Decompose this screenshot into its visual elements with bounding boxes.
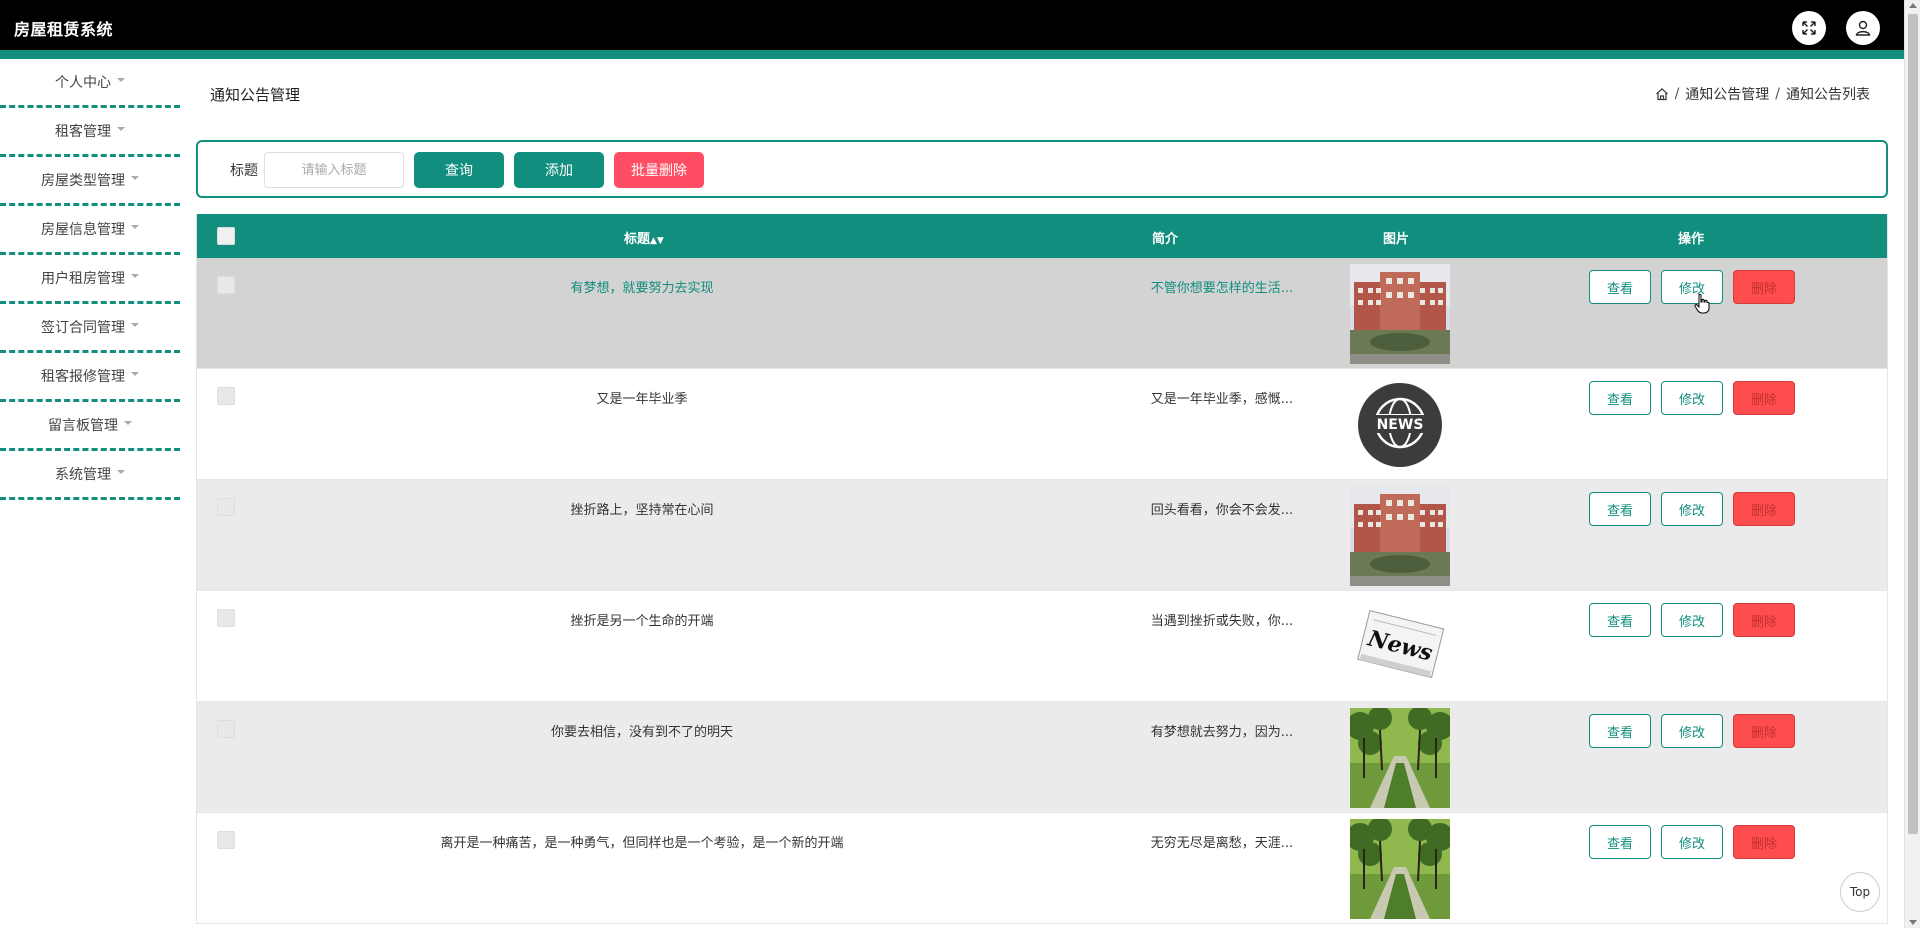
- row-title: 挫折路上，坚持常在心间: [570, 503, 714, 518]
- table-row: 有梦想，就要努力去实现 不管你想要怎样的生活... 查看 修改 删除: [197, 258, 1887, 369]
- user-menu-button[interactable]: [1846, 11, 1880, 45]
- sidebar-item-user-rental-management[interactable]: 用户租房管理: [0, 255, 180, 304]
- edit-button[interactable]: 修改: [1661, 603, 1723, 637]
- sidebar-item-repair-management[interactable]: 租客报修管理: [0, 353, 180, 402]
- caret-down-icon: [117, 78, 125, 82]
- query-button[interactable]: 查询: [414, 152, 504, 188]
- caret-down-icon: [131, 274, 139, 278]
- scroll-up-arrow-icon[interactable]: [1909, 3, 1917, 8]
- caret-down-icon: [131, 323, 139, 327]
- row-intro: 无穷无尽是离愁，天涯...: [1150, 836, 1294, 851]
- edit-button[interactable]: 修改: [1661, 825, 1723, 859]
- row-intro: 当遇到挫折或失败，你...: [1150, 614, 1294, 629]
- table-row: 你要去相信，没有到不了的明天 有梦想就去努力，因为... 查看 修改 删除: [197, 702, 1887, 813]
- svg-text:NEWS: NEWS: [1377, 417, 1424, 433]
- delete-button[interactable]: 删除: [1733, 381, 1795, 415]
- notice-table: 标题▲▼ 简介 图片 操作 有梦想，就要努力去实现 不管你想要怎样的生活...: [196, 214, 1888, 924]
- top-bar: 房屋租赁系统: [0, 0, 1904, 50]
- caret-down-icon: [131, 372, 139, 376]
- caret-down-icon: [124, 421, 132, 425]
- sidebar-item-contract-management[interactable]: 签订合同管理: [0, 304, 180, 353]
- user-icon: [1855, 20, 1871, 36]
- delete-button[interactable]: 删除: [1733, 492, 1795, 526]
- header-accent-strip: [0, 50, 1904, 59]
- row-title: 又是一年毕业季: [596, 392, 688, 407]
- delete-button[interactable]: 删除: [1733, 714, 1795, 748]
- view-button[interactable]: 查看: [1589, 603, 1651, 637]
- bulk-delete-button[interactable]: 批量删除: [614, 152, 704, 188]
- view-button[interactable]: 查看: [1589, 270, 1651, 304]
- column-header-actions: 操作: [1678, 232, 1705, 247]
- scroll-down-arrow-icon[interactable]: [1909, 920, 1917, 925]
- hand-cursor-icon: [1694, 294, 1710, 314]
- scrollbar-thumb[interactable]: [1908, 14, 1918, 834]
- row-title: 离开是一种痛苦，是一种勇气，但同样也是一个考验，是一个新的开端: [440, 836, 844, 851]
- page-title: 通知公告管理: [210, 86, 301, 104]
- tree-path-photo[interactable]: [1350, 708, 1450, 808]
- column-header-image: 图片: [1383, 232, 1410, 247]
- breadcrumb-separator: /: [1674, 86, 1680, 102]
- table-row: 又是一年毕业季 又是一年毕业季，感慨... NEWS 查看 修改 删除: [197, 369, 1887, 480]
- row-title: 有梦想，就要努力去实现: [570, 281, 714, 296]
- search-title-label: 标题: [230, 163, 258, 179]
- building-photo[interactable]: [1350, 486, 1450, 586]
- caret-down-icon: [131, 225, 139, 229]
- back-to-top-button[interactable]: Top: [1840, 872, 1880, 912]
- home-icon[interactable]: [1655, 87, 1669, 101]
- row-intro: 有梦想就去努力，因为...: [1150, 725, 1294, 740]
- edit-button[interactable]: 修改: [1661, 381, 1723, 415]
- add-button[interactable]: 添加: [514, 152, 604, 188]
- sidebar-item-personal-center[interactable]: 个人中心: [0, 59, 180, 108]
- building-photo[interactable]: [1350, 264, 1450, 364]
- sidebar: 个人中心 租客管理 房屋类型管理 房屋信息管理 用户租房管理 签订合同管理 租客…: [0, 59, 180, 500]
- row-intro: 回头看看，你会不会发...: [1150, 503, 1294, 518]
- column-header-intro: 简介: [1152, 232, 1179, 247]
- search-panel: 标题 查询 添加 批量删除: [196, 140, 1888, 198]
- sort-icon[interactable]: ▲▼: [650, 236, 664, 246]
- news-globe-image[interactable]: NEWS: [1350, 375, 1450, 475]
- table-header: 标题▲▼ 简介 图片 操作: [197, 214, 1887, 258]
- vertical-scrollbar[interactable]: [1904, 0, 1920, 928]
- breadcrumb-separator: /: [1775, 86, 1780, 102]
- table-row: 挫折路上，坚持常在心间 回头看看，你会不会发... 查看 修改 删除: [197, 480, 1887, 591]
- search-title-input[interactable]: [264, 152, 404, 188]
- column-header-title[interactable]: 标题▲▼: [624, 228, 664, 247]
- fullscreen-icon: [1802, 21, 1816, 35]
- delete-button[interactable]: 删除: [1733, 270, 1795, 304]
- tree-path-photo[interactable]: [1350, 819, 1450, 919]
- app-title: 房屋租赁系统: [14, 20, 114, 39]
- caret-down-icon: [117, 127, 125, 131]
- table-row: 离开是一种痛苦，是一种勇气，但同样也是一个考验，是一个新的开端 无穷无尽是离愁，…: [197, 813, 1887, 924]
- delete-button[interactable]: 删除: [1733, 825, 1795, 859]
- row-intro: 又是一年毕业季，感慨...: [1150, 392, 1294, 407]
- fullscreen-button[interactable]: [1792, 11, 1826, 45]
- view-button[interactable]: 查看: [1589, 825, 1651, 859]
- sidebar-item-house-info-management[interactable]: 房屋信息管理: [0, 206, 180, 255]
- row-intro: 不管你想要怎样的生活...: [1150, 281, 1294, 296]
- row-title: 你要去相信，没有到不了的明天: [550, 725, 733, 740]
- row-title: 挫折是另一个生命的开端: [570, 614, 714, 629]
- sidebar-item-tenant-management[interactable]: 租客管理: [0, 108, 180, 157]
- sidebar-item-message-board-management[interactable]: 留言板管理: [0, 402, 180, 451]
- breadcrumb-item-notice-list: 通知公告列表: [1786, 87, 1870, 103]
- sidebar-item-system-management[interactable]: 系统管理: [0, 451, 180, 500]
- sidebar-item-house-type-management[interactable]: 房屋类型管理: [0, 157, 180, 206]
- caret-down-icon: [131, 176, 139, 180]
- breadcrumb-item-notice-management[interactable]: 通知公告管理: [1685, 84, 1769, 104]
- view-button[interactable]: 查看: [1589, 381, 1651, 415]
- breadcrumb: / 通知公告管理 / 通知公告列表: [1655, 84, 1870, 104]
- view-button[interactable]: 查看: [1589, 714, 1651, 748]
- view-button[interactable]: 查看: [1589, 492, 1651, 526]
- newspaper-image[interactable]: News: [1350, 597, 1450, 697]
- table-row: 挫折是另一个生命的开端 当遇到挫折或失败，你... News 查看 修改 删除: [197, 591, 1887, 702]
- edit-button[interactable]: 修改: [1661, 270, 1723, 304]
- edit-button[interactable]: 修改: [1661, 492, 1723, 526]
- caret-down-icon: [117, 470, 125, 474]
- edit-button[interactable]: 修改: [1661, 714, 1723, 748]
- select-all-checkbox[interactable]: [217, 227, 235, 245]
- delete-button[interactable]: 删除: [1733, 603, 1795, 637]
